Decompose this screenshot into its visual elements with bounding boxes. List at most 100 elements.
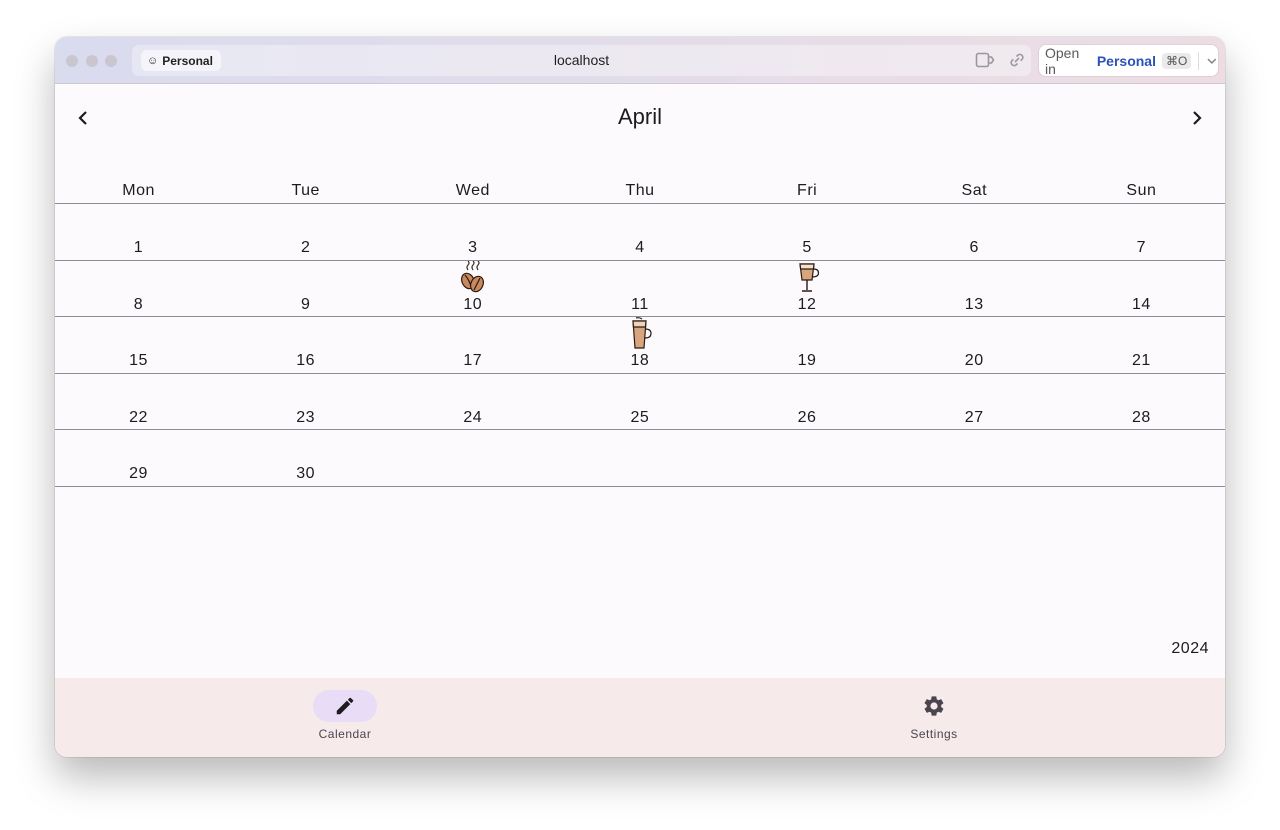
reader-mode-icon[interactable] [975,51,995,69]
year-label: 2024 [1171,640,1209,657]
day-cell[interactable]: 3 [389,203,556,259]
day-number: 1 [133,239,144,256]
day-cell[interactable]: 6 [891,203,1058,259]
day-number: 16 [296,352,316,369]
day-number: 24 [463,408,483,426]
day-number: 26 [797,408,817,426]
day-cell[interactable]: 21 [1058,316,1225,372]
month-title: April [617,104,662,129]
day-cell[interactable]: 4 [556,203,723,259]
zoom-window-button[interactable] [105,55,117,67]
day-number: 10 [463,295,483,313]
browser-window: ☺ Personal localhost Open in Personal ⌘O… [55,37,1225,757]
day-cell[interactable]: 2 [222,203,389,259]
bottom-navigation: Calendar Settings [55,678,1225,757]
day-cell[interactable]: 30 [222,429,389,485]
day-cell[interactable]: 25 [556,373,723,429]
day-number: 9 [300,295,311,313]
day-number: 14 [1131,295,1151,313]
day-cell[interactable]: 20 [891,316,1058,372]
day-cell[interactable]: 24 [389,373,556,429]
day-number: 20 [964,352,984,369]
day-number: 3 [468,239,478,256]
minimize-window-button[interactable] [86,55,98,67]
nav-label: Settings [910,727,958,741]
day-cell[interactable]: 8 [55,260,222,316]
day-cell[interactable]: 5 [724,203,891,259]
day-cell[interactable]: 1 [55,203,222,259]
nav-indicator [313,690,377,722]
open-in-prefix: Open in [1045,44,1080,77]
day-number: 7 [1136,239,1147,256]
day-cell[interactable]: 19 [724,316,891,372]
day-number: 28 [1131,408,1151,426]
day-number: 22 [129,408,148,426]
pencil-icon [336,697,354,715]
title-bar: ☺ Personal localhost Open in Personal ⌘O [55,37,1225,84]
weekday-header: Mon Tue Wed Thu Fri Sat Sun [55,182,1225,202]
weekday-label: Sat [961,182,988,199]
day-number: 12 [797,295,817,313]
weekday-label: Sun [1126,182,1157,199]
day-cell[interactable]: 22 [55,373,222,429]
day-cell[interactable]: 29 [55,429,222,485]
open-in-button[interactable]: Open in Personal ⌘O [1039,44,1218,77]
calendar-page: April Mon Tue Wed Thu Fri Sat Sun 123456… [55,84,1225,678]
day-number: 30 [296,465,316,482]
day-cell[interactable]: 27 [891,373,1058,429]
url-text: localhost [553,52,610,68]
day-cell[interactable]: 18 [556,316,723,372]
day-number: 15 [129,352,148,369]
day-cell[interactable]: 17 [389,316,556,372]
day-cell[interactable]: 15 [55,316,222,372]
shortcut-hint: ⌘O [1161,52,1192,69]
weekday-label: Fri [797,182,818,199]
day-cell[interactable]: 7 [1058,203,1225,259]
day-number: 27 [964,408,984,426]
day-number: 21 [1131,352,1151,369]
weekday-label: Wed [455,182,490,199]
weekday-label: Mon [122,182,155,199]
close-window-button[interactable] [66,55,78,67]
coffee-beans-icon [458,260,488,293]
day-number: 8 [133,295,144,313]
day-number: 18 [630,352,650,369]
iced-coffee-icon [625,317,655,349]
day-number: 19 [797,352,817,369]
latte-glass-icon [793,261,823,293]
nav-indicator [902,690,966,722]
day-cell[interactable]: 26 [724,373,891,429]
week-divider [55,485,1225,487]
day-cell[interactable]: 14 [1058,260,1225,316]
day-number: 25 [630,408,650,426]
day-cell[interactable]: 28 [1058,373,1225,429]
nav-label: Calendar [318,727,372,741]
day-number: 23 [296,408,316,426]
day-cell[interactable]: 9 [222,260,389,316]
day-cell[interactable]: 23 [222,373,389,429]
day-cell[interactable]: 16 [222,316,389,372]
nav-calendar-tab[interactable]: Calendar [285,690,405,746]
day-number: 5 [802,239,812,256]
next-month-button[interactable] [1185,106,1209,130]
nav-settings-tab[interactable]: Settings [874,690,994,746]
gear-icon [924,696,944,716]
day-number: 11 [631,295,649,313]
day-number: 13 [964,295,984,313]
open-in-brand: Personal [1096,52,1156,69]
day-number: 29 [129,465,148,482]
weekday-label: Tue [291,182,320,199]
link-icon[interactable] [1007,51,1027,69]
day-cell[interactable]: 12 [724,260,891,316]
day-cell[interactable]: 10 [389,260,556,316]
day-number: 4 [635,239,645,256]
url-bar[interactable]: ☺ Personal localhost [132,45,1031,76]
day-number: 2 [300,239,311,256]
day-number: 17 [463,352,483,369]
divider [1198,51,1200,70]
day-cell[interactable]: 13 [891,260,1058,316]
chevron-down-icon[interactable] [1206,55,1218,67]
day-cell[interactable]: 11 [556,260,723,316]
weekday-label: Thu [625,182,655,199]
day-number: 6 [969,239,979,256]
